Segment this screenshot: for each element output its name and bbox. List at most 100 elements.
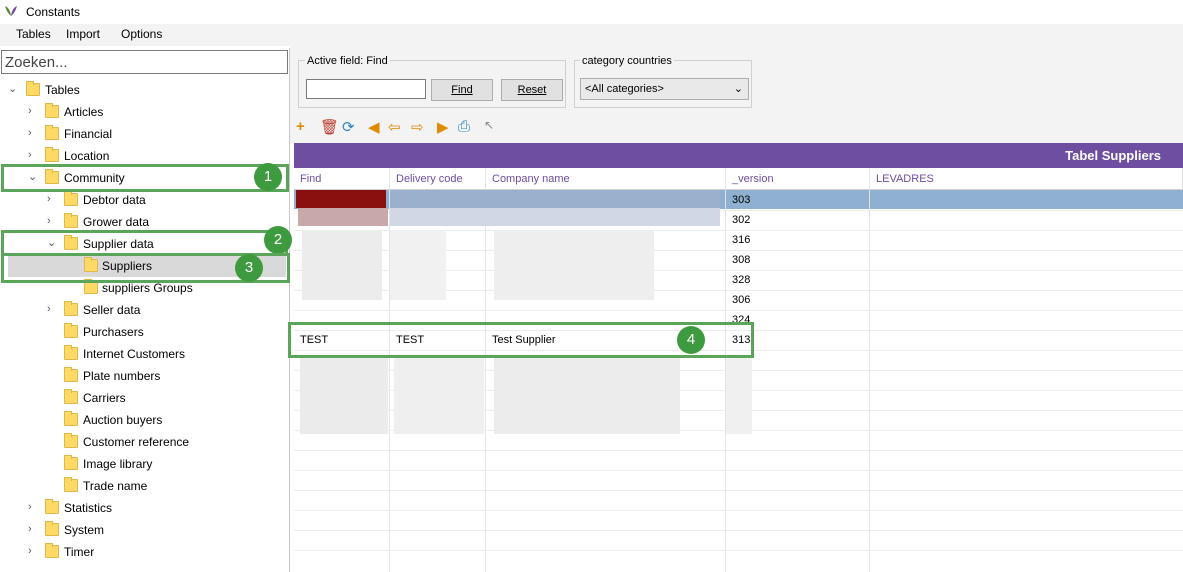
tree-label: Seller data xyxy=(83,303,141,317)
search-input[interactable] xyxy=(1,50,288,74)
folder-icon xyxy=(64,213,78,228)
tree-label: Statistics xyxy=(64,501,113,515)
tree-item-system[interactable]: › System xyxy=(0,519,280,541)
refresh-icon[interactable]: ⟳ xyxy=(342,118,355,136)
tree-label: Grower data xyxy=(83,215,150,229)
version-cell[interactable]: 302 xyxy=(732,214,750,226)
category-select-value: <All categories> xyxy=(585,83,664,95)
chevron-right-icon[interactable]: › xyxy=(28,106,38,117)
chevron-right-icon[interactable]: › xyxy=(47,194,57,205)
tree-label: Customer reference xyxy=(83,435,190,449)
first-record-icon[interactable]: ◀ xyxy=(368,118,380,136)
tree-item-purchasers[interactable]: Purchasers xyxy=(0,321,280,343)
chevron-right-icon[interactable]: › xyxy=(28,150,38,161)
column-header-levadres[interactable]: LEVADRES xyxy=(870,168,1183,190)
tree-label: Carriers xyxy=(83,391,126,405)
tree-item-debtor-data[interactable]: › Debtor data xyxy=(0,189,280,211)
chevron-right-icon[interactable]: › xyxy=(28,128,38,139)
menu-options[interactable]: Options xyxy=(121,27,162,41)
grid-line xyxy=(294,470,1183,471)
chevron-right-icon[interactable]: › xyxy=(47,304,57,315)
redacted-cell xyxy=(298,208,388,226)
category-label: category countries xyxy=(580,55,674,67)
tree-item-image-library[interactable]: Image library xyxy=(0,453,280,475)
last-record-icon[interactable]: ▶ xyxy=(437,118,449,136)
tree-item-statistics[interactable]: › Statistics xyxy=(0,497,280,519)
grid-line xyxy=(294,550,1183,551)
tree-item-customer-reference[interactable]: Customer reference xyxy=(0,431,280,453)
tree-item-auction-buyers[interactable]: Auction buyers xyxy=(0,409,280,431)
folder-icon xyxy=(45,125,59,140)
grid-line xyxy=(294,510,1183,511)
chevron-down-icon[interactable]: ⌄ xyxy=(8,84,18,95)
pointer-icon[interactable]: ↖ xyxy=(484,118,494,132)
redacted-cell xyxy=(394,358,484,434)
redacted-cell xyxy=(390,190,720,208)
tree-item-carriers[interactable]: Carriers xyxy=(0,387,280,409)
tree-item-plate-numbers[interactable]: Plate numbers xyxy=(0,365,280,387)
tree-label: Internet Customers xyxy=(83,347,186,361)
version-cell[interactable]: 306 xyxy=(732,294,750,306)
chevron-right-icon[interactable]: › xyxy=(28,546,38,557)
redacted-cell xyxy=(300,358,388,434)
version-cell[interactable]: 328 xyxy=(732,274,750,286)
folder-icon xyxy=(45,543,59,558)
version-cell[interactable]: 324 xyxy=(732,314,750,322)
folder-icon xyxy=(64,411,78,426)
folder-icon xyxy=(64,345,78,360)
tree-label: Financial xyxy=(64,127,113,141)
redacted-cell xyxy=(296,190,386,208)
table-header-band: Tabel Suppliers xyxy=(294,143,1183,168)
toolbar: + 🗑 ⟳ ◀ ⇦ ⇨ ▶ ⎙ ↖ xyxy=(296,118,506,138)
delete-icon[interactable]: 🗑 xyxy=(320,118,339,136)
tree-label: Articles xyxy=(64,105,104,119)
tree-item-financial[interactable]: › Financial xyxy=(0,123,280,145)
redacted-cell xyxy=(494,230,654,300)
find-input[interactable] xyxy=(306,79,426,99)
previous-record-icon[interactable]: ⇦ xyxy=(388,118,401,136)
tree-label: Location xyxy=(64,149,110,163)
table-title: Tabel Suppliers xyxy=(1065,148,1161,163)
grid-line xyxy=(294,310,1183,311)
add-icon[interactable]: + xyxy=(296,118,305,135)
folder-icon xyxy=(64,433,78,448)
tree-label: Timer xyxy=(64,545,95,559)
menu-tables[interactable]: Tables xyxy=(16,27,51,41)
column-header-delivery-code[interactable]: Delivery code xyxy=(390,168,486,190)
column-header-find[interactable]: Find xyxy=(294,168,390,190)
version-cell[interactable]: 303 xyxy=(732,194,750,206)
redacted-cell xyxy=(302,230,382,300)
folder-icon xyxy=(45,147,59,162)
print-icon[interactable]: ⎙ xyxy=(458,118,470,135)
chevron-right-icon[interactable]: › xyxy=(28,502,38,513)
tree-item-articles[interactable]: › Articles xyxy=(0,101,280,123)
redacted-cell xyxy=(390,208,720,226)
tree-item-timer[interactable]: › Timer xyxy=(0,541,280,563)
step-badge-1: 1 xyxy=(254,163,282,191)
next-record-icon[interactable]: ⇨ xyxy=(411,118,424,136)
app-logo-icon xyxy=(5,6,17,16)
version-cell[interactable]: 308 xyxy=(732,254,750,266)
tree-item-seller-data[interactable]: › Seller data xyxy=(0,299,280,321)
grid-line xyxy=(294,450,1183,451)
tree-item-internet-customers[interactable]: Internet Customers xyxy=(0,343,280,365)
redacted-cell xyxy=(390,230,446,300)
tree-label: Image library xyxy=(83,457,153,471)
step-badge-2: 2 xyxy=(264,226,292,254)
column-header-version[interactable]: _version xyxy=(726,168,870,190)
find-button[interactable]: Find xyxy=(431,79,493,101)
reset-button[interactable]: Reset xyxy=(501,79,563,101)
chevron-right-icon[interactable]: › xyxy=(28,524,38,535)
tree-item-trade-name[interactable]: Trade name xyxy=(0,475,280,497)
tree-label: Trade name xyxy=(83,479,148,493)
tree-item-tables[interactable]: ⌄ Tables xyxy=(0,79,280,101)
category-select[interactable]: <All categories> ⌄ xyxy=(580,78,749,100)
tree-label: Plate numbers xyxy=(83,369,161,383)
chevron-down-icon: ⌄ xyxy=(733,83,743,95)
menu-import[interactable]: Import xyxy=(66,27,100,41)
chevron-right-icon[interactable]: › xyxy=(47,216,57,227)
version-cell[interactable]: 316 xyxy=(732,234,750,246)
tree-label: Purchasers xyxy=(83,325,144,339)
column-header-company-name[interactable]: Company name xyxy=(486,168,726,190)
window-title: Constants xyxy=(26,5,81,19)
